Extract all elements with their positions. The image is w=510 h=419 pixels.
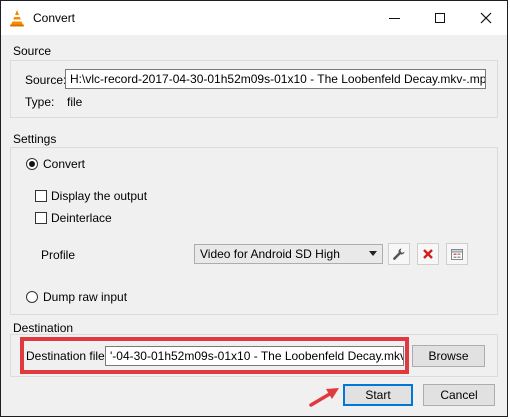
type-label: Type: (25, 95, 55, 109)
annotation-arrow-icon (309, 388, 339, 407)
edit-profile-button[interactable] (388, 243, 410, 265)
display-output-label[interactable]: Display the output (51, 189, 147, 203)
deinterlace-checkbox[interactable] (35, 212, 47, 224)
display-output-checkbox[interactable] (35, 190, 47, 202)
convert-label[interactable]: Convert (43, 157, 85, 171)
minimize-button[interactable] (371, 1, 417, 35)
delete-profile-button[interactable] (417, 243, 439, 265)
close-icon (480, 12, 492, 24)
type-value: file (67, 95, 83, 109)
settings-group-label: Settings (13, 132, 57, 146)
source-label: Source: (25, 73, 67, 87)
minimize-icon (388, 17, 400, 19)
cancel-button[interactable]: Cancel (423, 384, 495, 406)
destination-group-label: Destination (13, 321, 74, 335)
new-profile-icon (451, 249, 463, 260)
red-x-icon (423, 249, 433, 259)
destination-file-label: Destination file: (26, 349, 109, 363)
profile-select[interactable]: Video for Android SD High (194, 244, 383, 264)
browse-button[interactable]: Browse (412, 345, 485, 367)
convert-radio[interactable] (26, 158, 38, 170)
window-title: Convert (33, 11, 76, 25)
profile-select-value: Video for Android SD High (200, 247, 340, 261)
dump-raw-label[interactable]: Dump raw input (43, 290, 127, 304)
chevron-down-icon (369, 251, 377, 256)
profile-label: Profile (41, 248, 76, 262)
dump-raw-radio[interactable] (26, 291, 38, 303)
maximize-icon (435, 13, 445, 23)
close-button[interactable] (463, 1, 509, 35)
source-input[interactable]: H:\vlc-record-2017-04-30-01h52m09s-01x10… (65, 69, 486, 89)
wrench-icon (393, 248, 405, 260)
title-bar: Convert (1, 1, 507, 35)
deinterlace-label[interactable]: Deinterlace (51, 211, 112, 225)
new-profile-button[interactable] (446, 243, 468, 265)
vlc-cone-icon (10, 10, 24, 27)
convert-dialog: Convert Source Source: H:\vlc-record-201… (0, 0, 508, 417)
source-group-label: Source (13, 44, 52, 58)
maximize-button[interactable] (417, 1, 463, 35)
start-button[interactable]: Start (343, 384, 413, 406)
destination-file-input[interactable]: '-04-30-01h52m09s-01x10 - The Loobenfeld… (105, 346, 404, 366)
